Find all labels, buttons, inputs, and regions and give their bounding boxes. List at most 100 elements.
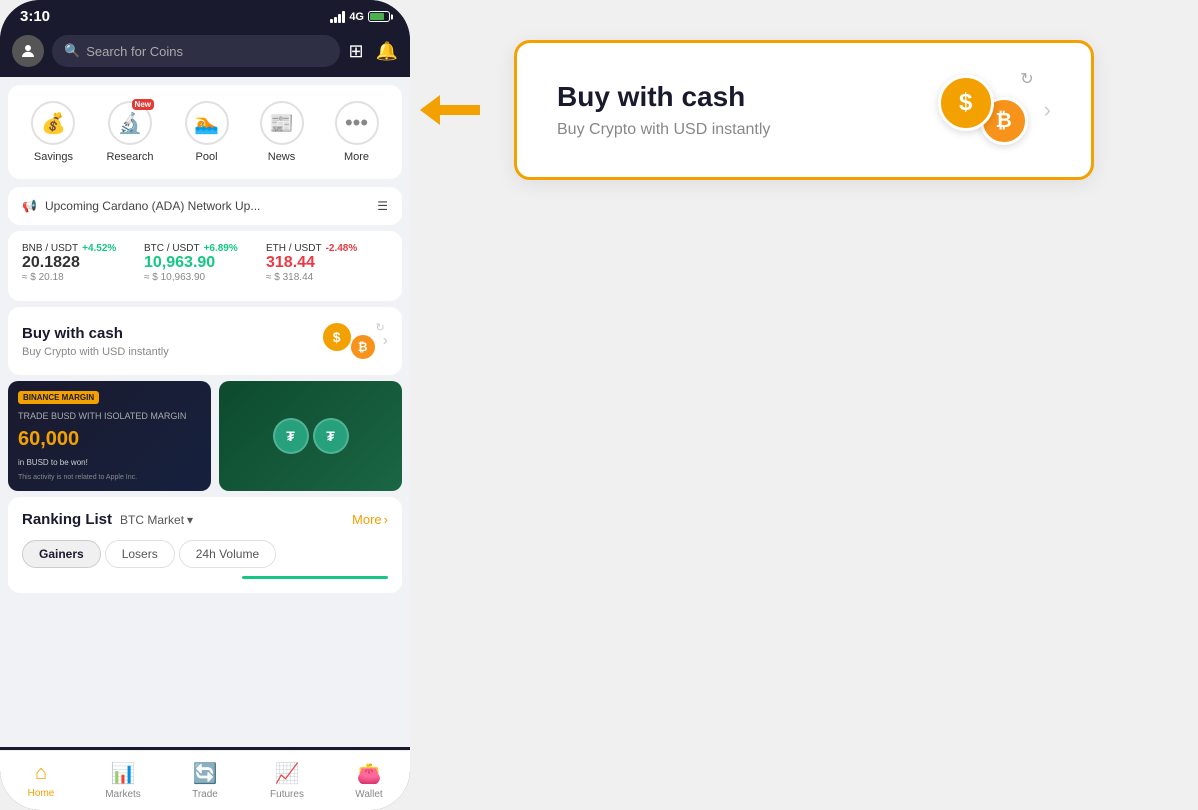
markets-label: Markets [105, 789, 141, 800]
nav-futures[interactable]: 📈 Futures [246, 761, 328, 800]
nav-wallet[interactable]: 👛 Wallet [328, 761, 410, 800]
margin-trade-text: TRADE BUSD WITH ISOLATED MARGIN [18, 411, 201, 421]
bnb-change: +4.52% [82, 243, 116, 254]
new-badge: New [132, 99, 154, 110]
quick-item-research[interactable]: 🔬 New Research [106, 101, 153, 163]
futures-label: Futures [270, 789, 304, 800]
wallet-label: Wallet [355, 789, 382, 800]
status-bar: 3:10 4G [0, 0, 410, 29]
large-refresh-icon: ↻ [1020, 69, 1033, 89]
announcement-bar[interactable]: 📢 Upcoming Cardano (ADA) Network Up... ☰ [8, 187, 402, 225]
btc-price: 10,963.90 [144, 254, 266, 272]
price-ticker: BNB / USDT +4.52% 20.1828 ≈ $ 20.18 BTC … [8, 231, 402, 301]
margin-amount: 60,000 [18, 428, 201, 451]
arrow-connector [420, 95, 480, 125]
bnb-price: 20.1828 [22, 254, 144, 272]
nav-home[interactable]: ⌂ Home [0, 762, 82, 799]
right-panel: Buy with cash Buy Crypto with USD instan… [410, 0, 1198, 220]
large-dollar-icon: $ [938, 75, 994, 131]
large-coin-wrap: $ ₿ ↻ [938, 75, 1028, 145]
more-label: More [344, 151, 369, 163]
dropdown-icon: ▾ [187, 513, 193, 527]
market-select[interactable]: BTC Market ▾ [120, 513, 193, 527]
quick-item-pool[interactable]: 🏊 Pool [185, 101, 229, 163]
list-icon: ☰ [377, 199, 388, 213]
ticker-bnb[interactable]: BNB / USDT +4.52% 20.1828 ≈ $ 20.18 [22, 243, 144, 283]
savings-icon: 💰 [31, 101, 75, 145]
quick-access-row: 💰 Savings 🔬 New Research 🏊 Pool 📰 News •… [8, 85, 402, 179]
coin-icons: $ ₿ ↻ [321, 321, 377, 361]
dollar-coin-icon: $ [321, 321, 353, 353]
ann-left: 📢 Upcoming Cardano (ADA) Network Up... [22, 199, 260, 213]
research-icon: 🔬 New [108, 101, 152, 145]
ticker-btc[interactable]: BTC / USDT +6.89% 10,963.90 ≈ $ 10,963.9… [144, 243, 266, 283]
quick-item-news[interactable]: 📰 News [260, 101, 304, 163]
ranking-tabs: Gainers Losers 24h Volume [22, 540, 388, 568]
margin-disclaimer: This activity is not related to Apple In… [18, 474, 201, 481]
bottom-nav: ⌂ Home 📊 Markets 🔄 Trade 📈 Futures 👛 Wal… [0, 750, 410, 810]
phone-content: 💰 Savings 🔬 New Research 🏊 Pool 📰 News •… [0, 77, 410, 747]
buy-cash-title: Buy with cash [22, 325, 169, 342]
tab-losers[interactable]: Losers [105, 540, 175, 568]
signal-bars-icon [330, 11, 345, 23]
battery-icon [368, 11, 390, 22]
banner-row: BINANCE MARGIN TRADE BUSD WITH ISOLATED … [8, 381, 402, 491]
home-icon: ⌂ [35, 762, 47, 785]
tether-coins: ₮ ₮ [273, 418, 349, 454]
ticker-row: BNB / USDT +4.52% 20.1828 ≈ $ 20.18 BTC … [22, 243, 388, 283]
pool-label: Pool [196, 151, 218, 163]
qr-icon[interactable]: ⊞ [348, 41, 363, 62]
top-nav-icons: ⊞ 🔔 [348, 41, 398, 62]
more-text: More [352, 512, 382, 527]
search-icon: 🔍 [64, 43, 80, 59]
trade-label: Trade [192, 789, 218, 800]
status-time: 3:10 [20, 8, 50, 25]
margin-badge: BINANCE MARGIN [18, 391, 99, 404]
more-chevron-icon: › [384, 512, 388, 527]
pool-icon: 🏊 [185, 101, 229, 145]
research-label: Research [106, 151, 153, 163]
news-icon: 📰 [260, 101, 304, 145]
bnb-usd: ≈ $ 20.18 [22, 272, 144, 283]
top-nav: 🔍 Search for Coins ⊞ 🔔 [0, 29, 410, 77]
nav-markets[interactable]: 📊 Markets [82, 761, 164, 800]
futures-icon: 📈 [275, 761, 300, 786]
expanded-title: Buy with cash [557, 81, 770, 113]
quick-item-savings[interactable]: 💰 Savings [31, 101, 75, 163]
tether-banner[interactable]: ₮ ₮ [219, 381, 402, 491]
quick-item-more[interactable]: ••• More [335, 101, 379, 163]
buy-cash-subtitle: Buy Crypto with USD instantly [22, 346, 169, 358]
tether-icon-2: ₮ [313, 418, 349, 454]
ranking-header: Ranking List BTC Market ▾ More › [22, 511, 388, 528]
search-bar[interactable]: 🔍 Search for Coins [52, 35, 340, 67]
phone-frame: 3:10 4G 🔍 Search for Coins ⊞ 🔔 [0, 0, 410, 810]
expanded-icons: $ ₿ ↻ › [938, 75, 1051, 145]
eth-price: 318.44 [266, 254, 388, 272]
tab-volume[interactable]: 24h Volume [179, 540, 276, 568]
margin-desc: in BUSD to be won! [18, 458, 201, 467]
trade-icon: 🔄 [193, 761, 218, 786]
battery-fill [370, 13, 384, 20]
bell-icon[interactable]: 🔔 [376, 41, 398, 62]
tab-indicator [242, 576, 388, 579]
expanded-buy-cash-card[interactable]: Buy with cash Buy Crypto with USD instan… [514, 40, 1094, 180]
buy-cash-card[interactable]: Buy with cash Buy Crypto with USD instan… [8, 307, 402, 375]
ranking-section: Ranking List BTC Market ▾ More › Gainers… [8, 497, 402, 593]
btc-change: +6.89% [204, 243, 238, 254]
search-placeholder: Search for Coins [86, 44, 183, 59]
margin-banner[interactable]: BINANCE MARGIN TRADE BUSD WITH ISOLATED … [8, 381, 211, 491]
ranking-more-link[interactable]: More › [352, 512, 388, 527]
bitcoin-coin-icon: ₿ [349, 333, 377, 361]
ticker-eth[interactable]: ETH / USDT -2.48% 318.44 ≈ $ 318.44 [266, 243, 388, 283]
btc-pair: BTC / USDT [144, 243, 200, 254]
nav-trade[interactable]: 🔄 Trade [164, 761, 246, 800]
bnb-pair: BNB / USDT [22, 243, 78, 254]
tab-gainers[interactable]: Gainers [22, 540, 101, 568]
ranking-title: Ranking List [22, 511, 112, 528]
news-label: News [268, 151, 296, 163]
avatar[interactable] [12, 35, 44, 67]
ranking-left: Ranking List BTC Market ▾ [22, 511, 193, 528]
savings-label: Savings [34, 151, 73, 163]
expanded-card-text: Buy with cash Buy Crypto with USD instan… [557, 81, 770, 139]
announcement-text: Upcoming Cardano (ADA) Network Up... [45, 199, 260, 213]
